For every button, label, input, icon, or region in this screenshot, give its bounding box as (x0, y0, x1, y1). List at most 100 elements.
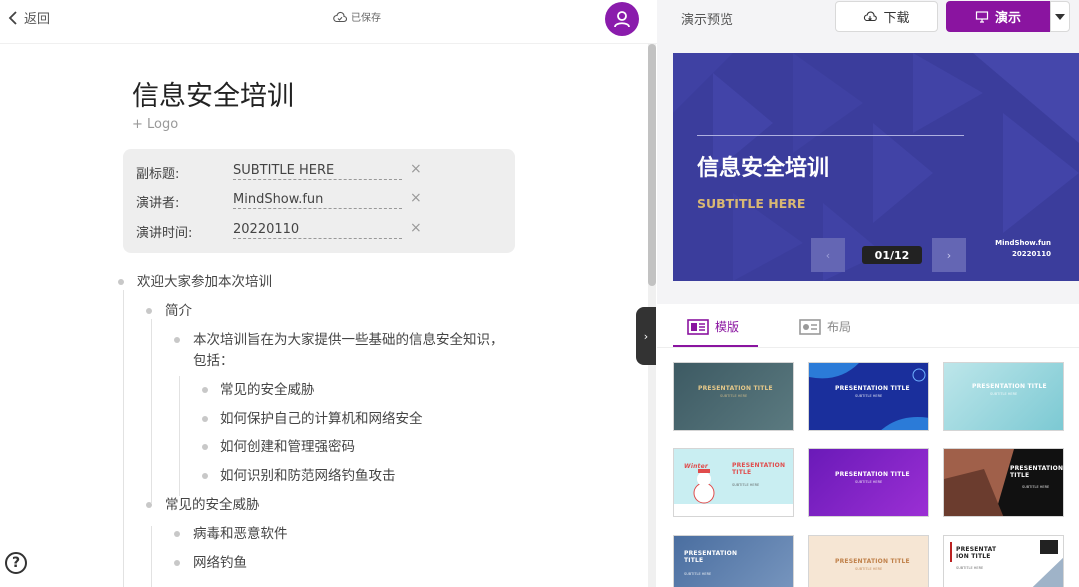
thumbnail-title: PRESENTATION TITLE (684, 550, 738, 564)
thumbnail-subtitle: SUBTITLE HERE (1022, 485, 1050, 489)
slide-subtitle: SUBTITLE HERE (697, 196, 806, 211)
outline-node[interactable]: 如何创建和管理强密码 (220, 436, 355, 458)
clear-icon[interactable]: × (410, 220, 422, 236)
bullet-dot[interactable] (174, 337, 180, 343)
bullet-dot[interactable] (202, 473, 208, 479)
present-icon (975, 10, 989, 23)
user-avatar-button[interactable] (605, 2, 639, 36)
cloud-saved-icon (333, 11, 347, 22)
bullet-dot[interactable] (174, 560, 180, 566)
template-thumbnail[interactable]: PRESENTATION TITLE SUBTITLE HERE (943, 448, 1064, 517)
clear-icon[interactable]: × (410, 190, 422, 206)
thumbnail-subtitle: SUBTITLE HERE (855, 480, 883, 484)
add-logo-button[interactable]: + Logo (132, 117, 178, 132)
outline-guide (151, 319, 152, 503)
editor-scrollbar-thumb[interactable] (648, 44, 656, 286)
outline-node[interactable]: 常见的安全威胁 (220, 379, 315, 401)
bullet-dot[interactable] (146, 308, 152, 314)
slide-presenter: MindShow.fun (995, 239, 1051, 247)
template-thumbnail[interactable]: Winter PRESENTATION TITLE SUBTITLE HERE (673, 448, 794, 517)
previous-slide-button[interactable]: ‹ (811, 238, 845, 272)
next-slide-button[interactable]: › (932, 238, 966, 272)
tab-layout[interactable]: 布局 (799, 318, 851, 335)
back-label: 返回 (24, 12, 51, 27)
thumbnail-subtitle: SUBTITLE HERE (855, 394, 883, 398)
tab-template-label: 模版 (715, 320, 740, 334)
outline-node[interactable]: 欢迎大家参加本次培训 (137, 271, 272, 293)
download-button[interactable]: 下载 (835, 1, 938, 32)
outline-node[interactable]: 病毒和恶意软件 (193, 523, 288, 545)
outline-node[interactable]: 本次培训旨在为大家提供一些基础的信息安全知识， (193, 329, 504, 351)
editor-pane: 返回 已保存 信息安全培训 + Logo 副标题: SUBTITLE HERE … (0, 0, 657, 587)
date-field[interactable]: 20220110 (233, 222, 402, 239)
help-icon[interactable]: ? (5, 552, 27, 574)
user-icon (614, 11, 630, 28)
slide-date: 20220110 (1012, 250, 1051, 258)
meta-label: 副标题: (136, 167, 180, 182)
meta-label: 演讲者: (136, 196, 180, 211)
bullet-dot[interactable] (202, 387, 208, 393)
thumbnail-subtitle: SUBTITLE HERE (732, 483, 760, 487)
bullet-dot[interactable] (174, 531, 180, 537)
section-divider (657, 290, 1079, 304)
meta-row-presenter: 演讲者: MindShow.fun × (123, 190, 515, 212)
presenter-field[interactable]: MindShow.fun (233, 192, 402, 209)
bullet-dot[interactable] (118, 279, 124, 285)
layout-icon (799, 318, 821, 335)
document-meta-panel: 副标题: SUBTITLE HERE × 演讲者: MindShow.fun ×… (123, 149, 515, 253)
download-icon (864, 10, 878, 21)
tab-template[interactable]: 模版 (687, 318, 739, 335)
app-root: 返回 已保存 信息安全培训 + Logo 副标题: SUBTITLE HERE … (0, 0, 1079, 587)
thumbnail-subtitle: SUBTITLE HERE (720, 394, 748, 398)
template-gallery: PRESENTATION TITLE SUBTITLE HERE PRESENT… (657, 348, 1079, 587)
template-thumbnail[interactable]: PRESENTATION TITLE SUBTITLE HERE (673, 362, 794, 431)
template-thumbnail[interactable]: PRESENTATION TITLE SUBTITLE HERE (808, 535, 929, 587)
template-thumbnail[interactable]: PRESENTAT ION TITLE SUBTITLE HERE (943, 535, 1064, 587)
caret-down-icon (1055, 13, 1065, 20)
editor-topbar: 返回 已保存 (0, 0, 657, 44)
subtitle-field[interactable]: SUBTITLE HERE (233, 163, 402, 180)
slide-counter: 01/12 (862, 246, 922, 264)
meta-row-subtitle: 副标题: SUBTITLE HERE × (123, 161, 515, 183)
thumbnail-title: PRESENTATION TITLE (732, 462, 786, 476)
outline-guide (151, 526, 152, 587)
template-thumbnail[interactable]: PRESENTATION TITLE SUBTITLE HERE (808, 362, 929, 431)
back-button[interactable]: 返回 (6, 8, 50, 27)
present-options-button[interactable] (1050, 1, 1070, 32)
outline-node[interactable]: 网络钓鱼 (193, 552, 247, 574)
thumbnail-badge: Winter (684, 463, 709, 470)
preview-label: 演示预览 (681, 13, 734, 28)
present-button[interactable]: 演示 (946, 1, 1050, 32)
thumbnail-title: PRESENTATION TITLE (698, 385, 773, 392)
outline-node[interactable]: 简介 (165, 300, 192, 322)
outline-node[interactable]: 常见的安全威胁 (165, 494, 260, 516)
download-label: 下载 (883, 11, 910, 26)
thumbnail-title: PRESENTATION TITLE (835, 471, 910, 478)
save-status-label: 已保存 (351, 13, 381, 24)
bullet-dot[interactable] (202, 444, 208, 450)
bullet-dot[interactable] (202, 416, 208, 422)
outline-node[interactable]: 如何保护自己的计算机和网络安全 (220, 408, 423, 430)
present-label: 演示 (994, 11, 1021, 26)
template-thumbnail[interactable]: PRESENTATION TITLE SUBTITLE HERE (943, 362, 1064, 431)
outline-node[interactable]: 如何识别和防范网络钓鱼攻击 (220, 465, 396, 487)
outline-node-continued[interactable]: 包括： (193, 350, 234, 372)
thumbnail-decoration (950, 540, 1063, 587)
slide-title: 信息安全培训 (697, 156, 830, 181)
style-tabs: 模版 布局 (657, 304, 1079, 348)
bullet-dot[interactable] (146, 502, 152, 508)
chevron-left-icon (8, 10, 17, 25)
slide-preview: 信息安全培训 SUBTITLE HERE MindShow.fun 202201… (673, 53, 1079, 281)
template-thumbnail[interactable]: PRESENTATION TITLE SUBTITLE HERE (673, 535, 794, 587)
clear-icon[interactable]: × (410, 161, 422, 177)
thumbnail-decoration (944, 449, 1014, 516)
collapse-preview-button[interactable]: › (636, 307, 656, 365)
outline-guide (179, 376, 180, 496)
outline-guide (123, 290, 124, 587)
tab-layout-label: 布局 (827, 320, 852, 334)
document-title[interactable]: 信息安全培训 (132, 74, 294, 113)
meta-label: 演讲时间: (136, 226, 193, 241)
thumbnail-title: PRESENTATION TITLE (1010, 465, 1064, 479)
thumbnail-title: PRESENTATION TITLE (835, 385, 910, 392)
template-thumbnail[interactable]: PRESENTATION TITLE SUBTITLE HERE (808, 448, 929, 517)
